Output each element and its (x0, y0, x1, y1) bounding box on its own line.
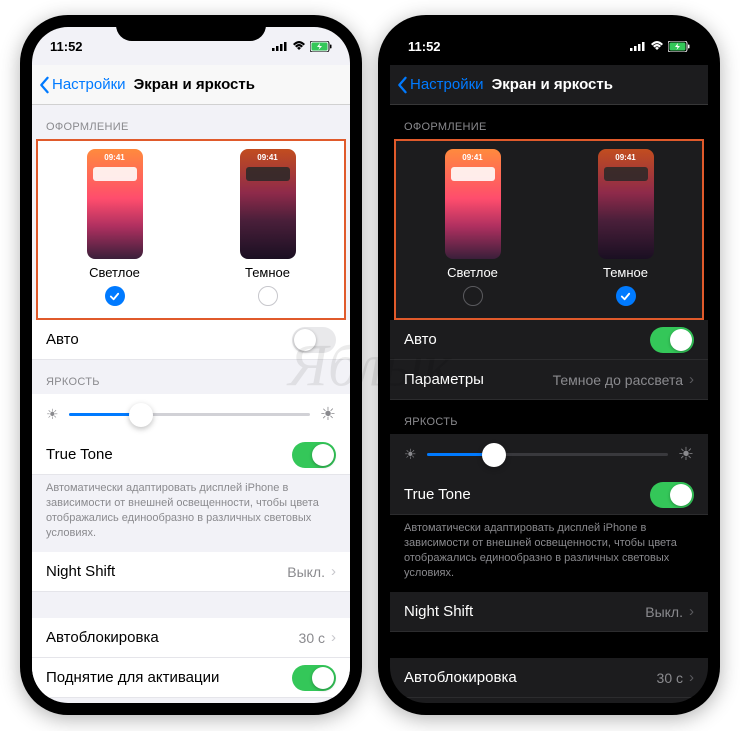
chevron-left-icon (396, 76, 408, 94)
wifi-icon (650, 41, 664, 51)
row-brightness: ☀︎ ☀︎ (32, 394, 350, 435)
preview-light: 09:41 (87, 149, 143, 259)
phone-dark-mode: 11:52 Настройки Экран и яркость ОФОРМЛЕН… (378, 15, 720, 715)
row-nightshift[interactable]: Night Shift Выкл. › (390, 592, 708, 632)
row-autolock-label: Автоблокировка (404, 669, 517, 686)
back-label: Настройки (410, 76, 484, 93)
row-parameters-value: Темное до рассвета (553, 372, 683, 388)
row-brightness: ☀︎ ☀︎ (390, 434, 708, 475)
appearance-option-dark[interactable]: 09:41 Темное (240, 149, 296, 306)
page-title: Экран и яркость (134, 76, 344, 93)
signal-icon (272, 41, 288, 51)
row-parameters[interactable]: Параметры Темное до рассвета › (390, 360, 708, 400)
row-truetone-label: True Tone (404, 486, 471, 503)
status-icons (272, 41, 332, 52)
toggle-raise[interactable] (292, 665, 336, 691)
row-raise[interactable]: Поднятие для активации (390, 698, 708, 703)
toggle-auto[interactable] (650, 327, 694, 353)
row-autolock[interactable]: Автоблокировка 30 с › (390, 658, 708, 698)
preview-dark: 09:41 (598, 149, 654, 259)
appearance-label-dark: Темное (603, 265, 648, 280)
battery-icon (668, 41, 690, 52)
row-autolock-value: 30 с (299, 630, 325, 646)
radio-checked-icon (616, 286, 636, 306)
phone-light-mode: 11:52 Настройки Экран и яркость ОФОРМЛЕН… (20, 15, 362, 715)
row-nightshift[interactable]: Night Shift Выкл. › (32, 552, 350, 592)
row-auto-label: Авто (46, 331, 79, 348)
row-raise[interactable]: Поднятие для активации (32, 658, 350, 698)
row-nightshift-value: Выкл. (645, 604, 683, 620)
chevron-right-icon: › (331, 563, 336, 580)
preview-time: 09:41 (240, 153, 296, 162)
battery-icon (310, 41, 332, 52)
wifi-icon (292, 41, 306, 51)
toggle-truetone[interactable] (650, 482, 694, 508)
chevron-right-icon: › (331, 629, 336, 646)
row-nightshift-value: Выкл. (287, 564, 325, 580)
preview-time: 09:41 (445, 153, 501, 162)
signal-icon (630, 41, 646, 51)
appearance-label-dark: Темное (245, 265, 290, 280)
row-autolock-label: Автоблокировка (46, 629, 159, 646)
status-icons (630, 41, 690, 52)
appearance-box: 09:41 Светлое 09:41 Темное (36, 139, 346, 320)
preview-time: 09:41 (87, 153, 143, 162)
truetone-description: Автоматически адаптировать дисплей iPhon… (390, 515, 708, 592)
row-auto[interactable]: Авто (390, 320, 708, 360)
sun-small-icon: ☀︎ (46, 406, 59, 423)
status-time: 11:52 (50, 39, 83, 54)
chevron-right-icon: › (689, 669, 694, 686)
row-nightshift-label: Night Shift (404, 603, 473, 620)
back-label: Настройки (52, 76, 126, 93)
notch (116, 15, 266, 41)
chevron-left-icon (38, 76, 50, 94)
appearance-label-light: Светлое (89, 265, 140, 280)
back-button[interactable]: Настройки (396, 76, 484, 94)
row-parameters-label: Параметры (404, 371, 484, 388)
row-raise-label: Поднятие для активации (46, 669, 219, 686)
appearance-option-dark[interactable]: 09:41 Темное (598, 149, 654, 306)
page-title: Экран и яркость (492, 76, 702, 93)
appearance-option-light[interactable]: 09:41 Светлое (87, 149, 143, 306)
row-truetone[interactable]: True Tone (32, 435, 350, 475)
row-autolock-value: 30 с (657, 670, 683, 686)
appearance-option-light[interactable]: 09:41 Светлое (445, 149, 501, 306)
sun-large-icon: ☀︎ (678, 444, 694, 465)
back-button[interactable]: Настройки (38, 76, 126, 94)
row-nightshift-label: Night Shift (46, 563, 115, 580)
section-header-appearance: ОФОРМЛЕНИЕ (32, 105, 350, 139)
truetone-description: Автоматически адаптировать дисплей iPhon… (32, 475, 350, 552)
nav-bar: Настройки Экран и яркость (32, 65, 350, 105)
preview-dark: 09:41 (240, 149, 296, 259)
row-autolock[interactable]: Автоблокировка 30 с › (32, 618, 350, 658)
brightness-slider[interactable] (69, 413, 310, 416)
radio-unchecked-icon (258, 286, 278, 306)
row-auto[interactable]: Авто (32, 320, 350, 360)
section-header-brightness: ЯРКОСТЬ (390, 400, 708, 434)
section-header-appearance: ОФОРМЛЕНИЕ (390, 105, 708, 139)
chevron-right-icon: › (689, 371, 694, 388)
radio-checked-icon (105, 286, 125, 306)
section-header-brightness: ЯРКОСТЬ (32, 360, 350, 394)
preview-time: 09:41 (598, 153, 654, 162)
notch (474, 15, 624, 41)
toggle-auto[interactable] (292, 327, 336, 353)
status-time: 11:52 (408, 39, 441, 54)
preview-light: 09:41 (445, 149, 501, 259)
radio-unchecked-icon (463, 286, 483, 306)
nav-bar: Настройки Экран и яркость (390, 65, 708, 105)
sun-small-icon: ☀︎ (404, 446, 417, 463)
appearance-label-light: Светлое (447, 265, 498, 280)
sun-large-icon: ☀︎ (320, 404, 336, 425)
appearance-box: 09:41 Светлое 09:41 Темное (394, 139, 704, 320)
toggle-truetone[interactable] (292, 442, 336, 468)
chevron-right-icon: › (689, 603, 694, 620)
row-truetone-label: True Tone (46, 446, 113, 463)
row-truetone[interactable]: True Tone (390, 475, 708, 515)
brightness-slider[interactable] (427, 453, 668, 456)
row-auto-label: Авто (404, 331, 437, 348)
